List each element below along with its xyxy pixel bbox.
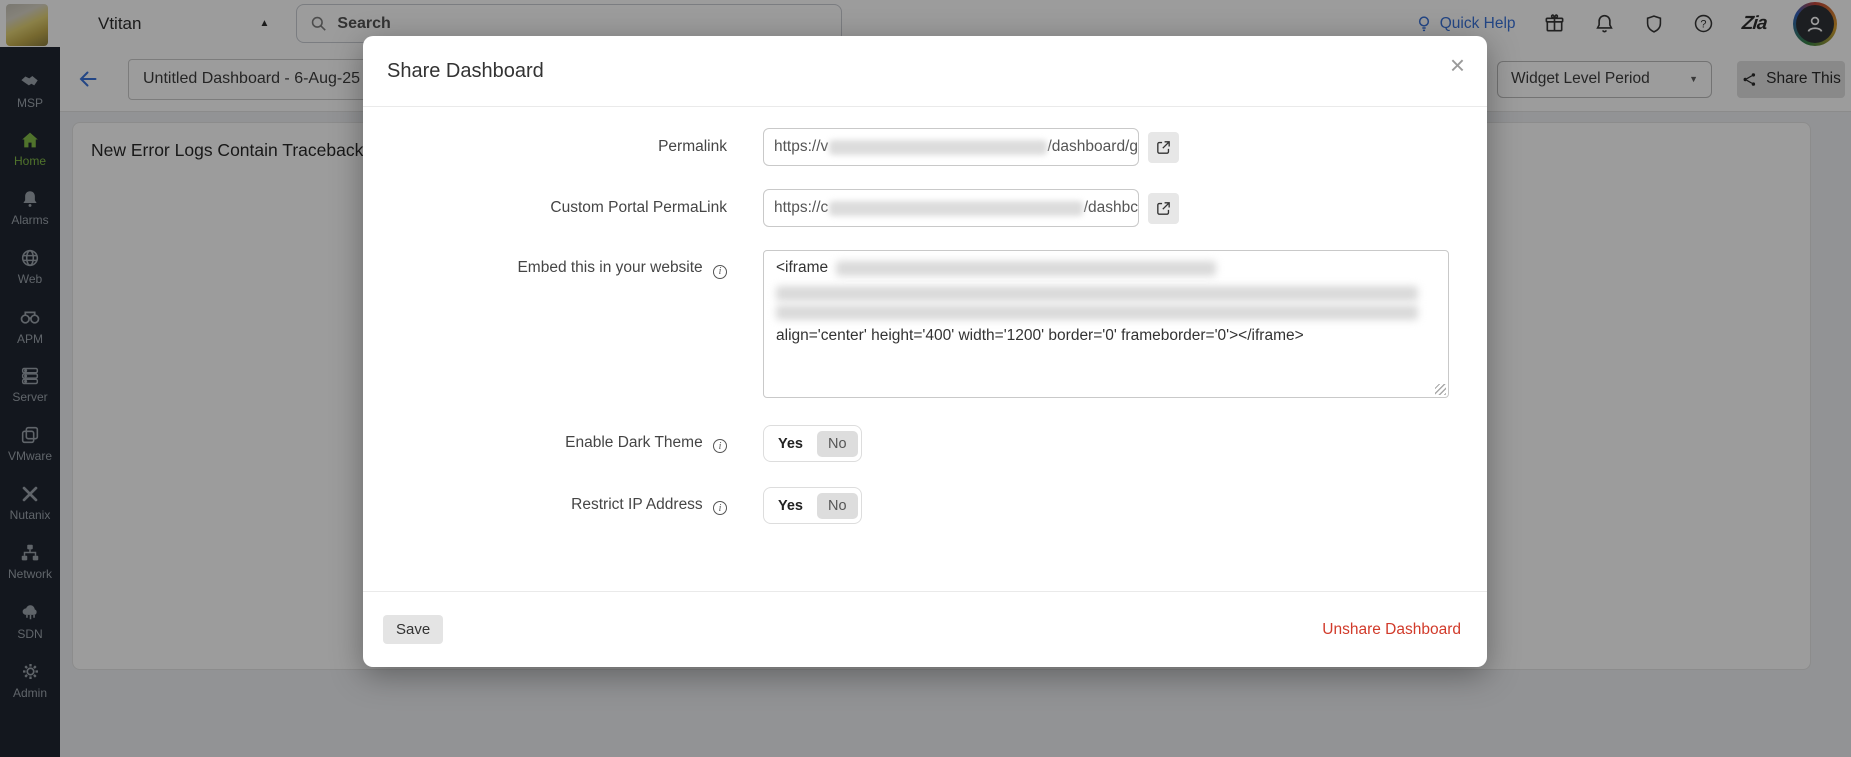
dark-theme-yes-button[interactable]: Yes [767,431,814,457]
permalink-prefix: https://v [774,138,828,156]
close-icon[interactable]: × [1450,52,1465,78]
permalink-label: Permalink [380,138,727,156]
info-icon[interactable]: i [713,501,727,515]
embed-label: Embed this in your website i [380,250,727,279]
permalink-row: Permalink https://v /dashboard/g [363,128,1487,166]
dark-theme-row: Enable Dark Theme i Yes No [363,425,1487,462]
permalink-input[interactable]: https://v /dashboard/g [763,128,1139,166]
permalink-suffix: /dashboard/g [1048,138,1139,156]
external-link-icon [1155,200,1172,217]
dark-theme-no-button[interactable]: No [817,431,858,457]
custom-portal-label: Custom Portal PermaLink [380,199,727,217]
info-icon[interactable]: i [713,439,727,453]
restrict-ip-yes-button[interactable]: Yes [767,493,814,519]
unshare-dashboard-link[interactable]: Unshare Dashboard [1322,621,1461,639]
custom-portal-suffix: /dashbc [1084,199,1138,217]
redacted-code-segment [776,305,1418,320]
dark-theme-toggle: Yes No [763,425,862,462]
dark-theme-label: Enable Dark Theme i [380,434,727,454]
embed-code-prefix: <iframe [776,258,828,278]
restrict-ip-label-text: Restrict IP Address [571,496,703,513]
redacted-url-segment [829,201,1082,216]
save-button[interactable]: Save [383,615,443,644]
restrict-ip-label: Restrict IP Address i [380,496,727,516]
embed-code-visible: align='center' height='400' width='1200'… [776,326,1436,346]
redacted-url-segment [829,140,1046,155]
custom-portal-input[interactable]: https://c /dashbc [763,189,1139,227]
info-icon[interactable]: i [713,265,727,279]
redacted-code-segment [836,261,1216,276]
open-custom-portal-button[interactable] [1148,193,1179,224]
modal-title: Share Dashboard [387,60,544,83]
restrict-ip-toggle: Yes No [763,487,862,524]
custom-portal-row: Custom Portal PermaLink https://c /dashb… [363,189,1487,227]
modal-header: Share Dashboard × [363,36,1487,107]
app-root: Vtitan ▲ Quick Help [0,0,1851,757]
modal-footer: Save Unshare Dashboard [363,591,1487,667]
textarea-resize-handle[interactable] [1435,384,1446,395]
custom-portal-prefix: https://c [774,199,828,217]
embed-code-textarea[interactable]: <iframe align='center' height='400' widt… [763,250,1449,398]
external-link-icon [1155,139,1172,156]
share-dashboard-modal: Share Dashboard × Permalink https://v /d… [363,36,1487,667]
restrict-ip-row: Restrict IP Address i Yes No [363,487,1487,524]
modal-body: Permalink https://v /dashboard/g [363,107,1487,591]
embed-row: Embed this in your website i <iframe ali… [363,250,1487,398]
embed-label-text: Embed this in your website [517,259,702,276]
restrict-ip-no-button[interactable]: No [817,493,858,519]
open-permalink-button[interactable] [1148,132,1179,163]
dark-theme-label-text: Enable Dark Theme [565,434,703,451]
redacted-code-segment [776,286,1418,301]
